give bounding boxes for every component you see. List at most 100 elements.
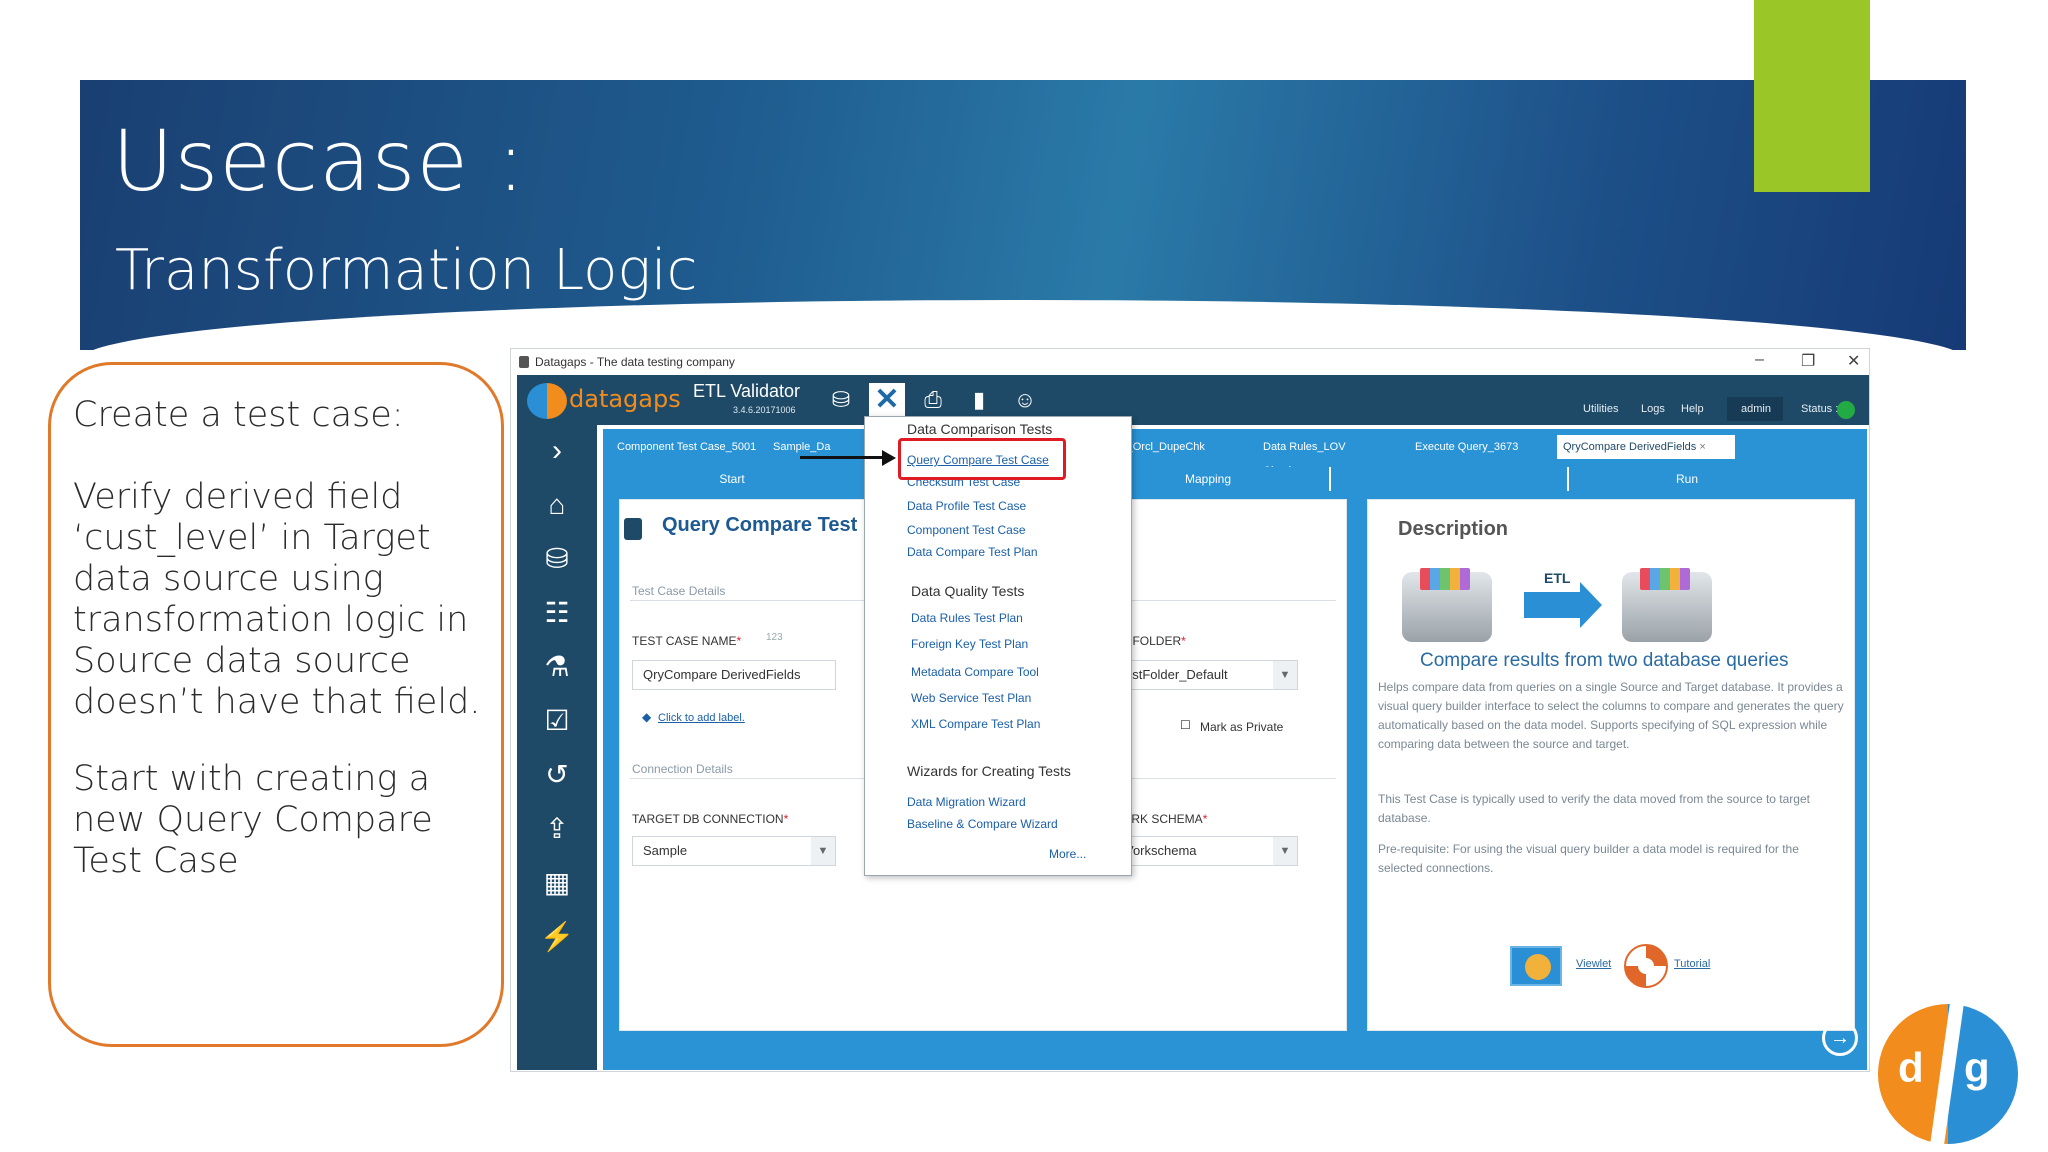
green-accent-tab [1754,0,1870,192]
menu-header-quality: Data Quality Tests [911,583,1025,599]
tutorial-link[interactable]: Tutorial [1674,958,1710,970]
work-schema-label: ORK SCHEMA* [1122,812,1207,826]
menu-item-metadata[interactable]: Metadata Compare Tool [911,665,1039,679]
tools-icon[interactable]: ✕ [869,383,905,417]
test-folder-value: estFolder_Default [1125,667,1228,682]
menu-item-data-migration[interactable]: Data Migration Wizard [907,795,1026,809]
pointer-arrow [800,456,884,459]
highlight-box [898,438,1066,480]
logs-link[interactable]: Logs [1641,403,1665,415]
menu-item-data-rules[interactable]: Data Rules Test Plan [911,611,1023,625]
required-mark: * [1181,634,1186,648]
section-connection-details: Connection Details [632,762,733,776]
work-schema-select[interactable]: Vorkschema ▼ [1114,836,1298,866]
hierarchy-icon[interactable]: ☷ [537,593,577,633]
chart-icon[interactable]: ▮ [961,383,997,417]
expand-chevron-icon[interactable]: › [537,431,577,471]
step-mapping-2[interactable] [1329,467,1565,491]
target-db-label: TARGET DB CONNECTION* [632,812,788,826]
database-icon[interactable]: ⛁ [537,539,577,579]
test-case-name-input[interactable]: QryCompare DerivedFields [632,660,836,690]
status-indicator [1837,401,1855,419]
brand-name: datagaps [569,385,681,413]
datagaps-logo-icon [527,383,567,419]
callout-box: Create a test case: Verify derived field… [48,362,504,1047]
target-db-select[interactable]: Sample ▼ [632,836,836,866]
required-mark: * [1202,812,1208,826]
description-title: Description [1398,518,1509,540]
work-schema-value: Vorkschema [1125,843,1197,858]
menu-item-foreign-key[interactable]: Foreign Key Test Plan [911,637,1028,651]
app-icon [519,356,529,368]
close-icon[interactable]: ✕ [1847,351,1860,371]
slide-subtitle: Transformation Logic [115,238,698,303]
dg-logo-d: d [1898,1044,1924,1091]
database-settings-icon[interactable]: ⛁ [823,383,859,417]
description-subtitle: Compare results from two database querie… [1420,650,1789,671]
required-mark: * [783,812,789,826]
menu-item-component[interactable]: Component Test Case [907,523,1026,537]
restore-icon[interactable]: ❐ [1801,351,1815,371]
callout-text-1: Create a test case: [73,395,404,435]
menu-item-xml-compare[interactable]: XML Compare Test Plan [911,717,1040,731]
users-icon[interactable]: ☺ [1007,383,1043,417]
step-run[interactable]: Run [1567,467,1805,491]
etl-arrow-icon [1524,592,1582,618]
slide-title: Usecase : [112,112,527,210]
tab-qrycompare-derivedfields[interactable]: QryCompare DerivedFields × [1557,435,1735,459]
new-test-menu: Data Comparison Tests Query Compare Test… [864,416,1132,876]
chevron-down-icon[interactable]: ▼ [1273,837,1297,865]
menu-item-web-service[interactable]: Web Service Test Plan [911,691,1031,705]
flask-icon[interactable]: ⚗ [537,647,577,687]
chevron-down-icon[interactable]: ▼ [1273,661,1297,689]
chevron-down-icon[interactable]: ▼ [811,837,835,865]
description-paragraph-3: Pre-requisite: For using the visual quer… [1378,842,1799,875]
menu-item-data-profile[interactable]: Data Profile Test Case [907,499,1026,513]
label-text: TEST CASE NAME [632,634,737,648]
section-test-case-details: Test Case Details [632,584,726,598]
wizard-steps: Start Mapping Run [613,467,1863,491]
minimize-icon[interactable]: – [1755,351,1764,369]
tab-component-test-case[interactable]: Component Test Case_5001 [611,435,761,459]
history-icon[interactable]: ↺ [537,755,577,795]
add-label-link[interactable]: Click to add label. [658,712,745,724]
tutorial-lifebuoy-icon[interactable] [1624,944,1668,988]
home-icon[interactable]: ⌂ [537,485,577,525]
label-text: ORK SCHEMA [1122,812,1203,826]
tab-bar: Component Test Case_5001 Sample_Da es_Or… [609,429,1861,477]
char-count: 123 [766,632,783,643]
private-checkbox[interactable]: ☐ [1180,718,1191,732]
sql-icon[interactable]: ⎙ [915,383,951,417]
admin-user[interactable]: admin [1741,403,1771,415]
dg-logo-g: g [1964,1044,1990,1091]
checkbox-icon[interactable]: ☑ [537,701,577,741]
calendar-icon[interactable]: ▦ [537,863,577,903]
viewlet-link[interactable]: Viewlet [1576,958,1611,970]
query-compare-icon [624,518,642,540]
description-paragraph-2: This Test Case is typically used to veri… [1378,792,1810,825]
menu-header-wizards: Wizards for Creating Tests [907,763,1071,779]
target-db-value: Sample [643,843,688,858]
export-icon[interactable]: ⇪ [537,809,577,849]
callout-text-2: Verify derived field ‘cust_level’ in Tar… [73,477,481,722]
status-label: Status : [1801,403,1839,415]
top-toolbar: datagaps ETL Validator 3.4.6.20171006 ⛁ … [517,375,1869,425]
label-text: TARGET DB CONNECTION [632,812,784,826]
product-name: ETL Validator [693,381,801,401]
tab-data-rules[interactable]: Data Rules_LOV Check [1257,435,1377,477]
tab-execute-query[interactable]: Execute Query_3673 [1409,435,1539,459]
utilities-link[interactable]: Utilities [1583,403,1618,415]
next-arrow-button[interactable]: → [1822,1020,1858,1056]
slide: Usecase : Transformation Logic Create a … [0,0,2048,1152]
menu-more-link[interactable]: More... [1049,847,1086,861]
play-icon [1525,954,1551,980]
viewlet-play-button[interactable] [1510,946,1562,986]
help-link[interactable]: Help [1681,403,1704,415]
menu-item-baseline-compare[interactable]: Baseline & Compare Wizard [907,817,1058,831]
test-folder-select[interactable]: estFolder_Default ▼ [1114,660,1298,690]
flash-icon[interactable]: ⚡ [537,917,577,957]
step-start[interactable]: Start [613,467,851,491]
test-case-name-label: TEST CASE NAME* [632,634,741,648]
close-tab-icon[interactable]: × [1699,441,1705,453]
menu-item-data-compare-plan[interactable]: Data Compare Test Plan [907,545,1038,559]
